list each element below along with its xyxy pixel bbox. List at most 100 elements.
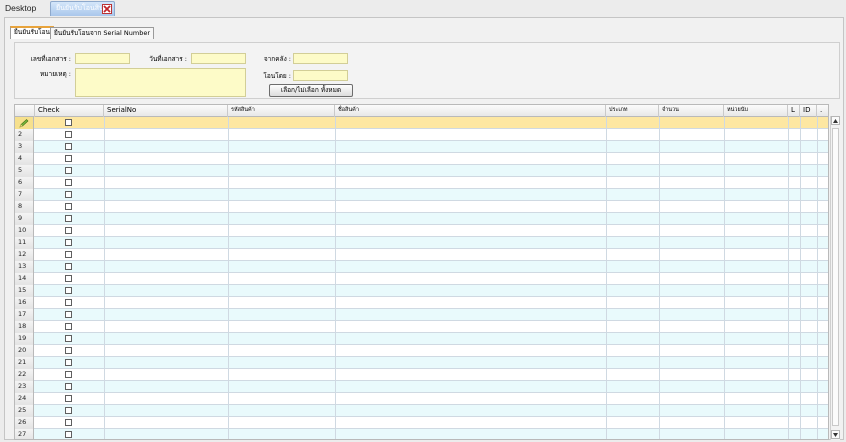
col-header-check[interactable]: Check bbox=[35, 105, 104, 117]
column-divider bbox=[788, 297, 789, 309]
row-checkbox[interactable] bbox=[65, 191, 72, 198]
col-header-id[interactable]: ID bbox=[800, 105, 817, 117]
row-checkbox[interactable] bbox=[65, 419, 72, 426]
scroll-down-icon[interactable] bbox=[831, 430, 840, 439]
scroll-thumb[interactable] bbox=[832, 128, 839, 426]
table-row[interactable]: 13 bbox=[15, 261, 828, 273]
from-warehouse-field[interactable] bbox=[293, 53, 348, 64]
col-header-serialno[interactable]: SerialNo bbox=[104, 105, 228, 117]
row-checkbox[interactable] bbox=[65, 323, 72, 330]
column-divider bbox=[335, 189, 336, 201]
table-row[interactable]: 11 bbox=[15, 237, 828, 249]
doc-date-field[interactable] bbox=[191, 53, 246, 64]
row-checkbox[interactable] bbox=[65, 155, 72, 162]
subtab-confirm-serial[interactable]: ยืนยันรับโอนจาก Serial Number bbox=[50, 27, 154, 39]
row-checkbox[interactable] bbox=[65, 143, 72, 150]
row-checkbox[interactable] bbox=[65, 275, 72, 282]
table-row[interactable]: 21 bbox=[15, 357, 828, 369]
table-row[interactable] bbox=[15, 117, 828, 129]
table-row[interactable]: 23 bbox=[15, 381, 828, 393]
table-row[interactable]: 19 bbox=[15, 333, 828, 345]
row-checkbox[interactable] bbox=[65, 299, 72, 306]
table-row[interactable]: 22 bbox=[15, 369, 828, 381]
row-checkbox[interactable] bbox=[65, 203, 72, 210]
grid-vertical-scrollbar[interactable] bbox=[830, 116, 840, 440]
table-row[interactable]: 12 bbox=[15, 249, 828, 261]
doc-no-field[interactable] bbox=[75, 53, 130, 64]
col-header-product-code[interactable]: รหัสสินค้า bbox=[228, 105, 335, 117]
table-row[interactable]: 25 bbox=[15, 405, 828, 417]
table-row[interactable]: 27 bbox=[15, 429, 828, 439]
subtab-confirm-transfer[interactable]: ยืนยันรับโอน bbox=[10, 26, 54, 39]
row-checkbox[interactable] bbox=[65, 215, 72, 222]
tab-desktop[interactable]: Desktop bbox=[0, 0, 48, 17]
row-checkbox[interactable] bbox=[65, 335, 72, 342]
select-all-button[interactable]: เลือก/ไม่เลือก ทั้งหมด bbox=[269, 84, 353, 97]
from-warehouse-label: จากคลัง : bbox=[263, 55, 291, 63]
doc-no-label: เลขที่เอกสาร : bbox=[30, 55, 71, 63]
row-checkbox[interactable] bbox=[65, 131, 72, 138]
row-number: 26 bbox=[15, 417, 34, 429]
row-checkbox[interactable] bbox=[65, 395, 72, 402]
row-checkbox[interactable] bbox=[65, 179, 72, 186]
column-divider bbox=[788, 417, 789, 429]
column-divider bbox=[817, 417, 818, 429]
col-header-extra[interactable]: . bbox=[817, 105, 828, 117]
col-header-quantity[interactable]: จำนวน bbox=[659, 105, 724, 117]
row-checkbox[interactable] bbox=[65, 119, 72, 126]
column-divider bbox=[104, 189, 105, 201]
row-checkbox[interactable] bbox=[65, 347, 72, 354]
table-row[interactable]: 17 bbox=[15, 309, 828, 321]
row-checkbox[interactable] bbox=[65, 251, 72, 258]
table-row[interactable]: 8 bbox=[15, 201, 828, 213]
table-row[interactable]: 24 bbox=[15, 393, 828, 405]
table-row[interactable]: 26 bbox=[15, 417, 828, 429]
table-row[interactable]: 20 bbox=[15, 345, 828, 357]
table-row[interactable]: 15 bbox=[15, 285, 828, 297]
row-checkbox[interactable] bbox=[65, 287, 72, 294]
table-row[interactable]: 3 bbox=[15, 141, 828, 153]
column-divider bbox=[335, 417, 336, 429]
row-checkbox[interactable] bbox=[65, 371, 72, 378]
table-row[interactable]: 6 bbox=[15, 177, 828, 189]
table-row[interactable]: 18 bbox=[15, 321, 828, 333]
column-divider bbox=[724, 177, 725, 189]
column-divider bbox=[104, 357, 105, 369]
row-checkbox[interactable] bbox=[65, 383, 72, 390]
row-checkbox[interactable] bbox=[65, 311, 72, 318]
column-divider bbox=[800, 369, 801, 381]
column-divider bbox=[788, 357, 789, 369]
col-header-unit[interactable]: หน่วยนับ bbox=[724, 105, 788, 117]
row-checkbox[interactable] bbox=[65, 227, 72, 234]
column-divider bbox=[606, 285, 607, 297]
scroll-up-icon[interactable] bbox=[831, 116, 840, 125]
tab-transfer-confirm[interactable]: ยืนยันรับโอนสินค้า bbox=[50, 1, 115, 16]
column-divider bbox=[817, 345, 818, 357]
table-row[interactable]: 2 bbox=[15, 129, 828, 141]
table-row[interactable]: 14 bbox=[15, 273, 828, 285]
col-header-l[interactable]: L bbox=[788, 105, 800, 117]
table-row[interactable]: 4 bbox=[15, 153, 828, 165]
row-checkbox[interactable] bbox=[65, 167, 72, 174]
column-divider bbox=[800, 273, 801, 285]
transfer-by-field[interactable] bbox=[293, 70, 348, 81]
column-divider bbox=[724, 201, 725, 213]
table-row[interactable]: 5 bbox=[15, 165, 828, 177]
table-row[interactable]: 7 bbox=[15, 189, 828, 201]
close-icon[interactable] bbox=[102, 4, 112, 14]
row-checkbox[interactable] bbox=[65, 263, 72, 270]
table-row[interactable]: 16 bbox=[15, 297, 828, 309]
row-checkbox[interactable] bbox=[65, 359, 72, 366]
col-header-product-name[interactable]: ชื่อสินค้า bbox=[335, 105, 606, 117]
transfer-by-label: โอนโดย : bbox=[263, 72, 291, 80]
row-checkbox[interactable] bbox=[65, 431, 72, 438]
row-checkbox[interactable] bbox=[65, 407, 72, 414]
col-header-type[interactable]: ประเภท bbox=[606, 105, 659, 117]
table-row[interactable]: 9 bbox=[15, 213, 828, 225]
column-divider bbox=[228, 129, 229, 141]
row-checkbox[interactable] bbox=[65, 239, 72, 246]
column-divider bbox=[817, 141, 818, 153]
remark-field[interactable] bbox=[75, 68, 246, 97]
row-number: 22 bbox=[15, 369, 34, 381]
table-row[interactable]: 10 bbox=[15, 225, 828, 237]
